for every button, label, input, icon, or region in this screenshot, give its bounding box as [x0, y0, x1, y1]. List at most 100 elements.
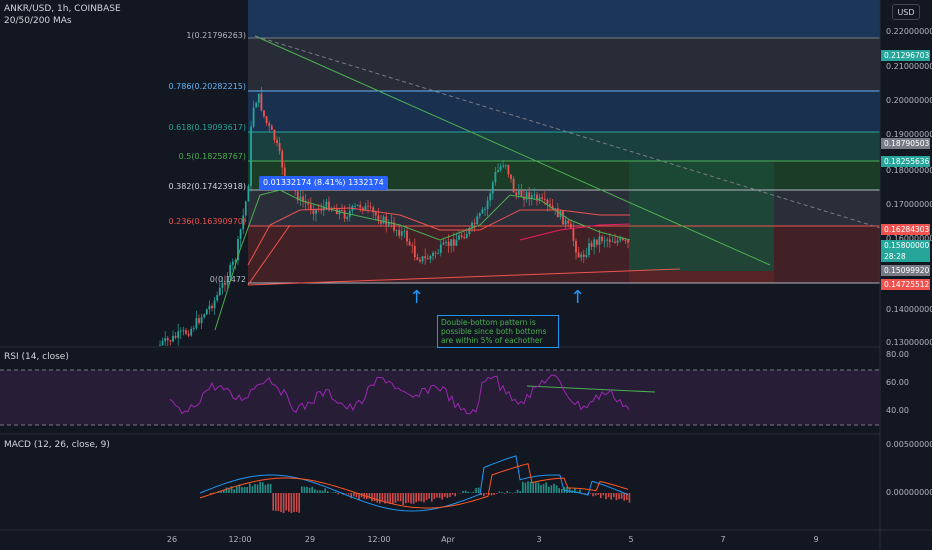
macd-histogram-bar	[246, 487, 248, 493]
macd-histogram-bar	[290, 493, 293, 514]
macd-histogram-bar	[509, 492, 511, 493]
price-range-measure[interactable]: 0.01332174 (8.41%) 1332174	[259, 176, 388, 190]
price-tag: 0.15099920	[881, 265, 930, 276]
candle-body	[546, 199, 549, 205]
macd-label[interactable]: MACD (12, 26, close, 9)	[4, 440, 110, 450]
macd-histogram-bar	[418, 493, 420, 502]
macd-histogram-bar	[337, 493, 339, 495]
macd-histogram-bar	[275, 493, 277, 511]
currency-button[interactable]: USD	[892, 4, 920, 20]
candle-body	[476, 216, 479, 225]
candle-body	[481, 209, 484, 214]
candle-body	[263, 110, 265, 117]
macd-histogram-bar	[293, 493, 295, 513]
macd-histogram-bar	[311, 486, 313, 493]
candle-body	[517, 190, 520, 195]
candle-body	[421, 256, 424, 262]
candle-body	[198, 318, 200, 324]
candle-body	[166, 338, 169, 341]
ma-indicator-label[interactable]: 20/50/200 MAs	[4, 16, 72, 26]
candle-body	[569, 223, 572, 229]
candle-body	[450, 239, 453, 246]
macd-histogram-bar	[272, 493, 274, 511]
macd-histogram-bar	[436, 493, 438, 498]
macd-histogram-bar	[605, 493, 607, 500]
macd-histogram-bar	[522, 481, 524, 493]
macd-histogram-bar	[561, 488, 563, 493]
candle-body	[437, 252, 440, 254]
macd-axis-label: 0.00500000	[886, 440, 932, 449]
macd-histogram-bar	[324, 488, 326, 493]
candle-body	[429, 256, 432, 260]
candle-body	[497, 170, 499, 172]
price-axis-label: 0.21000000	[886, 62, 932, 71]
candle-body	[588, 243, 590, 256]
macd-histogram-bar	[480, 493, 482, 496]
macd-histogram-bar	[467, 491, 469, 493]
macd-histogram-bar	[548, 486, 550, 493]
candle-body	[325, 201, 328, 207]
candle-body	[247, 185, 250, 202]
macd-histogram-bar	[243, 487, 246, 493]
candle-body	[411, 245, 414, 247]
candle-body	[270, 125, 273, 130]
candle-body	[463, 236, 466, 239]
candle-body	[398, 230, 401, 236]
double-bottom-note[interactable]: Double-bottom pattern is possible since …	[437, 315, 559, 348]
macd-histogram-bar	[594, 493, 597, 496]
candle-body	[614, 241, 616, 243]
chart-canvas[interactable]	[0, 0, 932, 550]
candle-body	[419, 259, 421, 262]
candle-body	[515, 192, 518, 195]
macd-histogram-bar	[423, 493, 425, 503]
macd-histogram-bar	[407, 493, 410, 503]
candle-body	[606, 239, 609, 241]
macd-histogram-bar	[314, 489, 316, 493]
macd-histogram-bar	[428, 493, 430, 499]
fib-label-0: 0(0.1472	[209, 275, 246, 284]
candle-body	[192, 328, 195, 330]
candle-body	[239, 229, 242, 239]
candle-body	[426, 258, 429, 260]
candle-body	[601, 236, 603, 241]
macd-histogram-bar	[425, 493, 428, 501]
candle-body	[562, 210, 564, 225]
macd-axis-label: 0.00000000	[886, 488, 932, 497]
arrow-up-icon: ↑	[409, 287, 425, 308]
candle-body	[268, 123, 271, 126]
macd-histogram-bar	[264, 484, 267, 493]
candle-body	[174, 335, 177, 338]
rsi-label[interactable]: RSI (14, close)	[4, 352, 69, 362]
macd-histogram-bar	[535, 482, 537, 493]
macd-histogram-bar	[438, 493, 441, 498]
macd-histogram-bar	[431, 493, 433, 502]
macd-histogram-bar	[607, 493, 610, 498]
macd-histogram-bar	[514, 492, 516, 493]
candle-body	[273, 129, 276, 141]
candle-body	[400, 231, 403, 236]
price-tag: 0.21296703	[881, 50, 930, 61]
fib-label-0382: 0.382(0.17423918)	[168, 182, 247, 191]
candle-body	[564, 220, 567, 225]
time-axis-label: 7	[720, 535, 726, 544]
macd-histogram-bar	[376, 493, 378, 503]
rsi-axis-label: 80.00	[886, 350, 909, 359]
candle-body	[484, 209, 486, 210]
candle-body	[442, 242, 445, 245]
candle-body	[478, 213, 481, 217]
candle-body	[447, 241, 450, 246]
macd-histogram-bar	[410, 493, 412, 504]
macd-histogram-bar	[542, 484, 545, 493]
macd-histogram-bar	[485, 493, 488, 495]
candle-body	[260, 93, 263, 111]
candle-body	[432, 252, 434, 257]
macd-histogram-bar	[441, 493, 443, 500]
macd-histogram-bar	[332, 492, 334, 493]
macd-histogram-bar	[519, 491, 521, 493]
candle-body	[572, 228, 575, 241]
macd-histogram-bar	[602, 493, 605, 496]
macd-histogram-bar	[451, 493, 454, 495]
macd-histogram-bar	[267, 483, 269, 493]
candle-body	[502, 165, 505, 167]
candle-body	[533, 194, 536, 196]
